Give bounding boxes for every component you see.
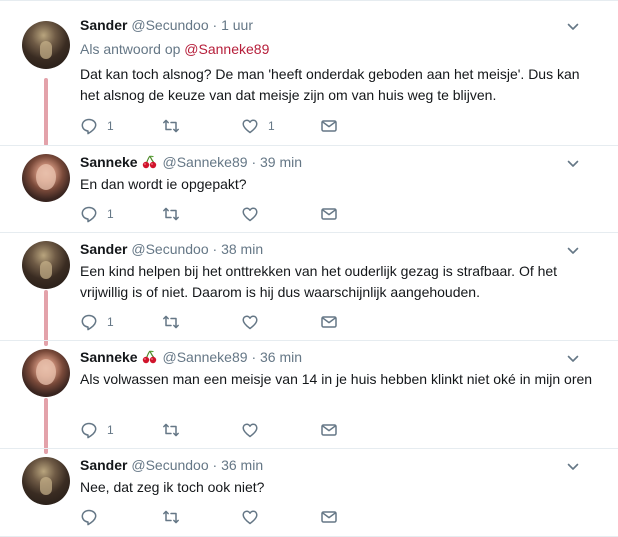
tweet-header: Sanneke @Sanneke89 · 39 min: [80, 154, 302, 170]
chevron-down-icon[interactable]: [567, 353, 579, 365]
display-name[interactable]: Sanneke: [80, 349, 138, 365]
tweet[interactable]: Sanneke @Sanneke89 · 36 min Als volwasse…: [0, 341, 618, 449]
like-button[interactable]: 1: [241, 116, 275, 136]
avatar[interactable]: [22, 349, 70, 397]
tweet-actions: 1: [80, 204, 380, 224]
tweet-text: Nee, dat zeg ik toch ook niet?: [80, 479, 265, 495]
retweet-icon: [163, 423, 179, 437]
envelope-icon: [321, 424, 337, 436]
retweet-button[interactable]: [162, 116, 189, 136]
tweet-actions: [80, 507, 380, 527]
heart-icon: [242, 207, 258, 222]
reply-icon: [81, 118, 97, 135]
reply-icon: [81, 509, 97, 526]
retweet-button[interactable]: [162, 312, 189, 332]
reply-button[interactable]: [80, 507, 107, 527]
reply-count: 1: [107, 315, 114, 329]
avatar[interactable]: [22, 21, 70, 69]
reply-button[interactable]: 1: [80, 312, 114, 332]
chevron-down-icon[interactable]: [567, 21, 579, 33]
reply-button[interactable]: 1: [80, 204, 114, 224]
tweet-text: Dat kan toch alsnog? De man 'heeft onder…: [80, 66, 580, 103]
cherries-emoji: [142, 155, 156, 169]
retweet-icon: [163, 510, 179, 524]
reply-button[interactable]: 1: [80, 116, 114, 136]
timestamp[interactable]: · 38 min: [213, 241, 264, 257]
cherries-emoji: [142, 350, 156, 364]
tweet-actions: 1 1: [80, 116, 380, 136]
retweet-icon: [163, 119, 179, 133]
user-handle[interactable]: @Sanneke89: [162, 349, 247, 365]
retweet-button[interactable]: [162, 420, 189, 440]
tweet-text: Als volwassen man een meisje van 14 in j…: [80, 371, 593, 387]
retweet-icon: [163, 315, 179, 329]
tweet-header: Sander @Secundoo · 38 min: [80, 241, 263, 257]
envelope-icon: [321, 316, 337, 328]
user-handle[interactable]: @Sanneke89: [162, 154, 247, 170]
tweet-actions: 1: [80, 312, 380, 332]
tweet-header: Sander @Secundoo · 1 uur: [80, 17, 253, 33]
timestamp[interactable]: · 39 min: [251, 154, 302, 170]
timestamp[interactable]: · 36 min: [213, 457, 264, 473]
tweet[interactable]: Sander @Secundoo · 1 uur Als antwoord op…: [0, 0, 618, 146]
timestamp[interactable]: · 1 uur: [213, 17, 253, 33]
display-name[interactable]: Sander: [80, 241, 127, 257]
reply-button[interactable]: 1: [80, 420, 114, 440]
direct-message-button[interactable]: [320, 420, 338, 440]
retweet-button[interactable]: [162, 204, 189, 224]
chevron-down-icon[interactable]: [567, 158, 579, 170]
user-handle[interactable]: @Secundoo: [131, 457, 208, 473]
reply-prefix: Als antwoord op: [80, 41, 185, 57]
reply-icon: [81, 314, 97, 331]
conversation-thread: Sander @Secundoo · 1 uur Als antwoord op…: [0, 0, 618, 537]
direct-message-button[interactable]: [320, 204, 338, 224]
reply-icon: [81, 206, 97, 223]
reply-count: 1: [107, 119, 114, 133]
reply-count: 1: [107, 423, 114, 437]
direct-message-button[interactable]: [320, 312, 338, 332]
like-button[interactable]: [241, 507, 268, 527]
direct-message-button[interactable]: [320, 116, 338, 136]
chevron-down-icon[interactable]: [567, 461, 579, 473]
tweet-actions: 1: [80, 420, 380, 440]
timestamp[interactable]: · 36 min: [251, 349, 302, 365]
retweet-button[interactable]: [162, 507, 189, 527]
like-button[interactable]: [241, 420, 268, 440]
envelope-icon: [321, 511, 337, 523]
tweet-text: Een kind helpen bij het onttrekken van h…: [80, 263, 558, 300]
display-name[interactable]: Sander: [80, 17, 127, 33]
heart-icon: [242, 315, 258, 330]
like-button[interactable]: [241, 204, 268, 224]
like-button[interactable]: [241, 312, 268, 332]
avatar[interactable]: [22, 457, 70, 505]
direct-message-button[interactable]: [320, 507, 338, 527]
heart-icon: [242, 510, 258, 525]
user-handle[interactable]: @Secundoo: [131, 241, 208, 257]
user-handle[interactable]: @Secundoo: [131, 17, 208, 33]
reply-context: Als antwoord op @Sanneke89: [80, 41, 269, 57]
reply-icon: [81, 422, 97, 439]
heart-icon: [242, 423, 258, 438]
avatar[interactable]: [22, 241, 70, 289]
mention-link[interactable]: @Sanneke89: [184, 41, 269, 57]
tweet[interactable]: Sander @Secundoo · 36 min Nee, dat zeg i…: [0, 449, 618, 536]
like-count: 1: [268, 119, 275, 133]
tweet-header: Sander @Secundoo · 36 min: [80, 457, 263, 473]
avatar[interactable]: [22, 154, 70, 202]
tweet[interactable]: Sander @Secundoo · 38 min Een kind helpe…: [0, 233, 618, 341]
chevron-down-icon[interactable]: [567, 245, 579, 257]
display-name[interactable]: Sanneke: [80, 154, 138, 170]
display-name[interactable]: Sander: [80, 457, 127, 473]
tweet-header: Sanneke @Sanneke89 · 36 min: [80, 349, 302, 365]
retweet-icon: [163, 207, 179, 221]
tweet-text: En dan wordt ie opgepakt?: [80, 176, 247, 192]
envelope-icon: [321, 120, 337, 132]
heart-icon: [242, 119, 258, 134]
envelope-icon: [321, 208, 337, 220]
reply-count: 1: [107, 207, 114, 221]
tweet[interactable]: Sanneke @Sanneke89 · 39 min En dan wordt…: [0, 146, 618, 233]
